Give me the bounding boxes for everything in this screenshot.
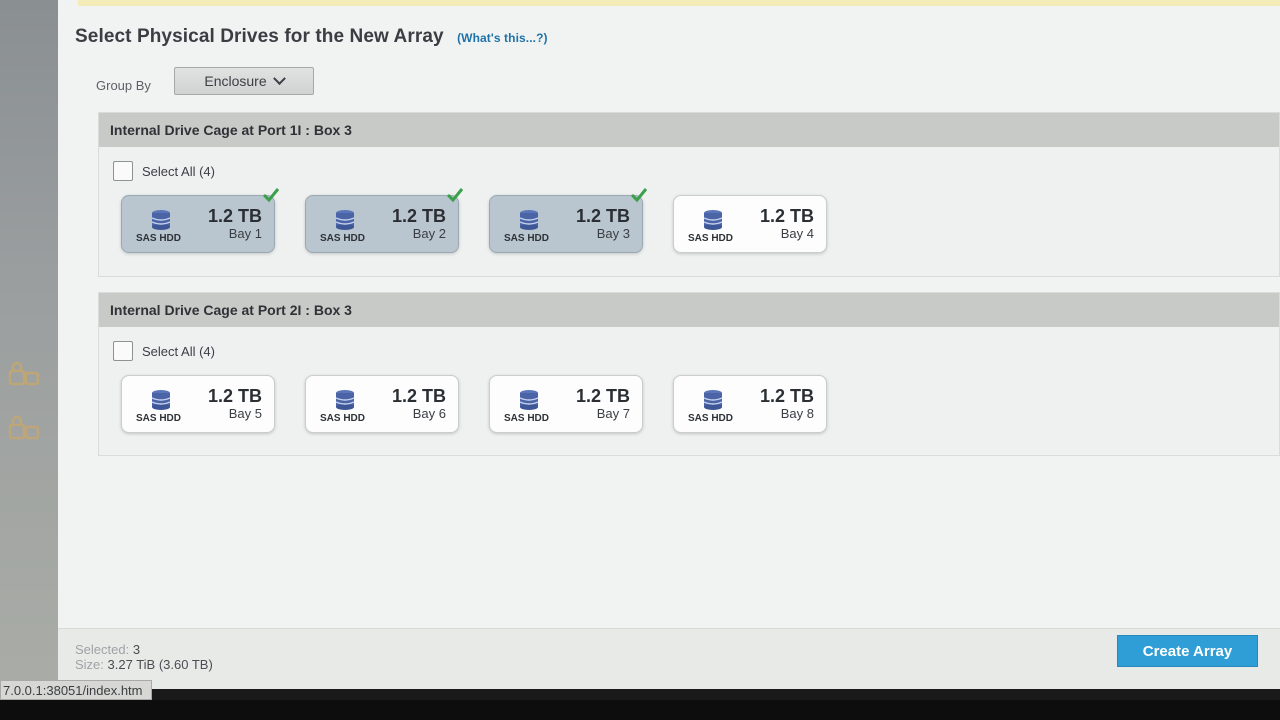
main-panel: Select Physical Drives for the New Array… xyxy=(58,0,1280,689)
drive-capacity: 1.2 TB xyxy=(575,206,630,226)
hard-drive-icon xyxy=(335,390,355,410)
drive-card[interactable]: 1.2 TB SAS HDD Bay 8 xyxy=(673,375,827,433)
drive-capacity: 1.2 TB xyxy=(207,206,262,226)
select-all-label: Select All (4) xyxy=(142,163,215,179)
drive-type: SAS HDD xyxy=(688,413,734,424)
drive-type: SAS HDD xyxy=(504,413,550,424)
checkmark-icon xyxy=(262,188,280,203)
select-all-checkbox[interactable] xyxy=(113,341,133,361)
drive-capacity: 1.2 TB xyxy=(759,206,814,226)
status-bar-url: 7.0.0.1:38051/index.htm xyxy=(0,680,152,700)
drive-bay: Bay 4 xyxy=(780,226,814,241)
drive-bay: Bay 7 xyxy=(596,406,630,421)
drive-card[interactable]: 1.2 TB SAS HDD Bay 7 xyxy=(489,375,643,433)
drive-row: 1.2 TB SAS HDD Bay 1 1.2 TB SAS HDD Bay 2 1.2 … xyxy=(99,188,1279,265)
drive-capacity: 1.2 TB xyxy=(575,386,630,406)
drive-card[interactable]: 1.2 TB SAS HDD Bay 3 xyxy=(489,188,648,253)
monitor-bezel xyxy=(0,700,1280,720)
checkmark-icon xyxy=(446,188,464,203)
page-title: Select Physical Drives for the New Array… xyxy=(75,26,548,48)
checkmark-icon xyxy=(630,188,648,203)
drive-bay: Bay 5 xyxy=(228,406,262,421)
drive-bay: Bay 6 xyxy=(412,406,446,421)
hard-drive-icon xyxy=(335,210,355,230)
drive-type: SAS HDD xyxy=(320,413,366,424)
drive-card[interactable]: 1.2 TB SAS HDD Bay 1 xyxy=(121,188,280,253)
drive-bay: Bay 1 xyxy=(228,226,262,241)
selected-count-value: 3 xyxy=(132,642,141,657)
lock-icon[interactable] xyxy=(6,360,42,388)
selected-size-value: 3.27 TiB (3.60 TB) xyxy=(107,657,213,672)
drive-bay: Bay 3 xyxy=(596,226,630,241)
group-by-label: Group By xyxy=(96,78,151,93)
select-all-checkbox[interactable] xyxy=(113,161,133,181)
drive-capacity: 1.2 TB xyxy=(207,386,262,406)
left-nav-strip xyxy=(0,0,58,690)
drive-type: SAS HDD xyxy=(504,233,550,244)
drive-card[interactable]: 1.2 TB SAS HDD Bay 2 xyxy=(305,188,464,253)
hard-drive-icon xyxy=(519,210,539,230)
select-all-port-2i[interactable]: Select All (4) xyxy=(113,341,215,361)
selected-size: Size: 3.27 TiB (3.60 TB) xyxy=(75,657,213,672)
group-by-value: Enclosure xyxy=(204,73,267,89)
selected-count: Selected: 3 xyxy=(75,642,141,657)
group-by-dropdown[interactable]: Enclosure xyxy=(174,67,314,95)
drive-group-port-1i: Internal Drive Cage at Port 1I : Box 3 S… xyxy=(98,112,1280,277)
select-all-port-1i[interactable]: Select All (4) xyxy=(113,161,215,181)
select-all-label: Select All (4) xyxy=(142,343,215,359)
drive-group-port-2i: Internal Drive Cage at Port 2I : Box 3 S… xyxy=(98,292,1280,456)
drive-card[interactable]: 1.2 TB SAS HDD Bay 6 xyxy=(305,375,459,433)
drive-type: SAS HDD xyxy=(136,233,182,244)
lock-icon[interactable] xyxy=(6,414,42,442)
hard-drive-icon xyxy=(151,390,171,410)
drive-capacity: 1.2 TB xyxy=(391,206,446,226)
page-title-text: Select Physical Drives for the New Array xyxy=(75,26,444,47)
top-banner xyxy=(78,0,1280,6)
drive-type: SAS HDD xyxy=(136,413,182,424)
hard-drive-icon xyxy=(703,210,723,230)
hard-drive-icon xyxy=(703,390,723,410)
drive-type: SAS HDD xyxy=(688,233,734,244)
footer-summary: Selected: 3 Size: 3.27 TiB (3.60 TB) xyxy=(58,628,1280,689)
drive-bay: Bay 2 xyxy=(412,226,446,241)
hard-drive-icon xyxy=(151,210,171,230)
drive-type: SAS HDD xyxy=(320,233,366,244)
group-header: Internal Drive Cage at Port 1I : Box 3 xyxy=(99,113,1279,147)
drive-card[interactable]: 1.2 TB SAS HDD Bay 4 xyxy=(673,195,827,253)
hard-drive-icon xyxy=(519,390,539,410)
drive-row: 1.2 TB SAS HDD Bay 5 1.2 TB SAS HDD Bay 6 1.2 … xyxy=(99,375,1279,445)
create-array-button[interactable]: Create Array xyxy=(1117,635,1258,667)
drive-capacity: 1.2 TB xyxy=(759,386,814,406)
drive-card[interactable]: 1.2 TB SAS HDD Bay 5 xyxy=(121,375,275,433)
group-header: Internal Drive Cage at Port 2I : Box 3 xyxy=(99,293,1279,327)
whats-this-link[interactable]: (What's this...?) xyxy=(457,31,548,45)
drive-capacity: 1.2 TB xyxy=(391,386,446,406)
chevron-down-icon xyxy=(272,71,286,85)
drive-bay: Bay 8 xyxy=(780,406,814,421)
